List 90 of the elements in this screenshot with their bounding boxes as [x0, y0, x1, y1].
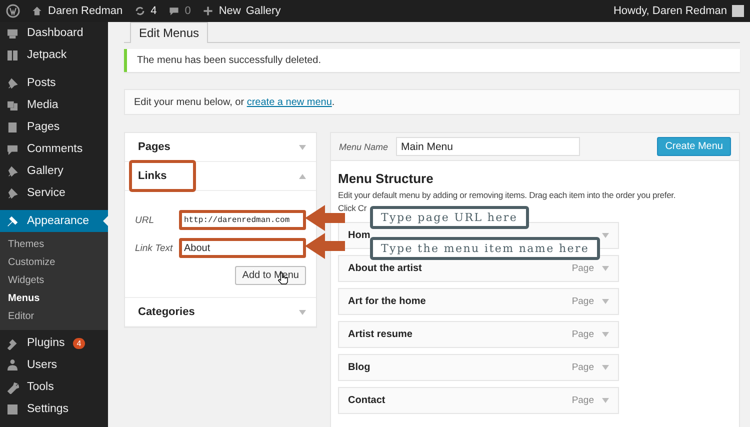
home-icon [31, 5, 43, 17]
accordion-header[interactable]: Categories [125, 298, 316, 327]
sidebar-item[interactable]: Dashboard [0, 22, 108, 44]
caret-icon[interactable] [602, 299, 609, 304]
gallery-link[interactable]: Gallery [246, 5, 281, 17]
text-field[interactable]: About [179, 238, 306, 258]
tab[interactable]: Edit Menus [130, 22, 208, 43]
updates-count[interactable]: 4 [150, 5, 157, 17]
section-title: Links [129, 160, 196, 192]
item-type: Page [572, 362, 594, 373]
menu-item-icon [6, 164, 19, 178]
plus-icon [202, 5, 214, 17]
submenu-item[interactable]: Themes [0, 236, 108, 254]
menu-name-field[interactable]: Main Menu [396, 137, 580, 156]
menu-item-title: Hom [348, 230, 370, 241]
menu-item-icon [6, 214, 19, 228]
menu-name-label: Menu Name [339, 142, 388, 152]
menu-item-icon [6, 186, 19, 200]
menu-item-icon [6, 48, 19, 62]
success-notice: The menu has been successfully deleted. [124, 49, 740, 72]
sidebar-item[interactable]: Users [0, 354, 108, 376]
greeting-link[interactable]: Howdy, Daren Redman [613, 5, 727, 17]
caret-icon[interactable] [602, 365, 609, 370]
sidebar-item[interactable]: Posts [0, 72, 108, 94]
sidebar-item[interactable]: Service [0, 182, 108, 204]
wordpress-logo-icon[interactable] [6, 4, 20, 18]
menu-item[interactable]: Art for the home Page [338, 288, 619, 315]
new-link[interactable]: New [218, 5, 241, 17]
menu-item-icon [6, 358, 19, 372]
menu-item-icon [6, 402, 19, 416]
submenu-item[interactable]: Customize [0, 254, 108, 272]
menu-item-icon [6, 98, 19, 112]
create-menu-link[interactable]: create a new menu [246, 96, 332, 108]
item-type: Page [572, 263, 594, 274]
item-type: Page [572, 329, 594, 340]
field-label: URL [135, 214, 156, 226]
text-field[interactable]: http://darenredman.com [179, 210, 306, 230]
refresh-icon [134, 5, 146, 17]
section-heading: Menu Structure [338, 171, 434, 186]
callout-tooltip: Type the menu item name here [370, 237, 600, 260]
comments-count[interactable]: 0 [184, 5, 191, 17]
submenu-item[interactable]: Menus [0, 290, 108, 308]
accordion-header[interactable]: Pages [125, 133, 316, 162]
menu-item[interactable]: Blog Page [338, 354, 619, 381]
sidebar-item[interactable]: Gallery [0, 160, 108, 182]
submenu-item[interactable]: Editor [0, 308, 108, 326]
description-text: Edit your default menu by adding or removing items. Drag each item into the order you prefer. [338, 189, 677, 202]
description-text: Click Cr [338, 202, 368, 215]
sidebar-item[interactable]: Appearance [0, 210, 108, 232]
sidebar-item[interactable]: Jetpack [0, 44, 108, 66]
menu-item-title: Contact [348, 395, 386, 406]
section-title: Categories [137, 305, 196, 320]
comment-icon [168, 5, 180, 17]
menu-item-title: About the artist [348, 263, 422, 274]
menu-item[interactable]: Artist resume Page [338, 321, 619, 348]
caret-icon [299, 310, 306, 314]
sidebar-item[interactable]: Comments [0, 138, 108, 160]
update-count-badge: 4 [72, 338, 86, 348]
menu-item-icon [6, 26, 19, 40]
intro-text: Edit your menu below, or create a new menu. [134, 96, 335, 108]
sidebar-item[interactable]: Tools [0, 376, 108, 398]
menu-item-title: Art for the home [348, 296, 426, 307]
menu-item-icon [6, 120, 19, 134]
menu-item-title: Blog [348, 362, 370, 373]
section-title: Pages [137, 140, 172, 155]
menu-item-icon [6, 380, 19, 394]
arrow-icon [305, 233, 345, 259]
menu-item-icon [6, 142, 19, 156]
caret-icon[interactable] [602, 266, 609, 271]
item-type: Page [572, 296, 594, 307]
menu-item[interactable]: Contact Page [338, 387, 619, 414]
menu-item-icon [6, 336, 19, 350]
caret-icon [299, 144, 306, 150]
sidebar-item[interactable]: Media [0, 94, 108, 116]
caret-icon[interactable] [602, 398, 609, 403]
caret-icon[interactable] [602, 332, 609, 337]
menu-item-title: Artist resume [348, 329, 412, 340]
sidebar-item[interactable]: Pages [0, 116, 108, 138]
accordion-header[interactable]: Links [125, 162, 316, 191]
sidebar-item[interactable]: Settings [0, 398, 108, 420]
site-name-link[interactable]: Daren Redman [48, 5, 123, 17]
submenu-item[interactable]: Widgets [0, 272, 108, 290]
callout-tooltip: Type page URL here [370, 206, 529, 229]
item-type: Page [572, 395, 594, 406]
avatar-icon[interactable] [732, 5, 744, 17]
menu-item-icon [6, 76, 19, 90]
sidebar-item[interactable]: Plugins 4 [0, 332, 108, 354]
field-label: Link Text [135, 242, 174, 254]
caret-icon[interactable] [602, 233, 609, 238]
caret-icon [299, 174, 306, 178]
